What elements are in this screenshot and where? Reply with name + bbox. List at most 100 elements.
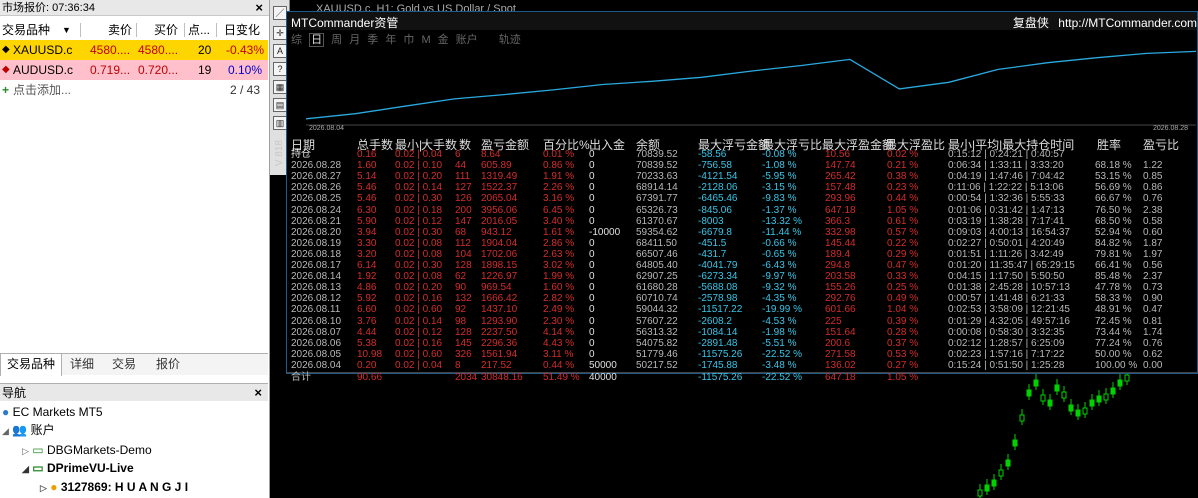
panel-icon[interactable]: ▤ <box>273 98 287 112</box>
cell-max-float-loss-pct: -5.95 % <box>762 171 797 183</box>
text-tool-icon[interactable]: A <box>273 44 287 58</box>
cell-max-float-profit: 225 <box>825 315 842 327</box>
cell-winrate: 50.00 % <box>1095 348 1132 360</box>
replay-link[interactable]: 复盘侠 <box>1013 16 1049 30</box>
cell-max-float-loss: -845.06 <box>698 204 732 216</box>
expand-icon[interactable]: ▷ <box>22 446 29 456</box>
cell-min-max-lots: 0.02 | 0.08 <box>395 248 443 260</box>
accounts-icon: 👥 <box>12 423 28 437</box>
cell-min-max-lots: 0.02 | 0.10 <box>395 160 443 172</box>
menu-year[interactable]: 年 <box>385 34 396 46</box>
cell-max-float-profit-pct: 0.61 % <box>887 215 919 227</box>
menu-magic[interactable]: M <box>421 34 430 46</box>
symbol-icon: ◆ <box>2 44 10 55</box>
expand-icon[interactable]: ▷ <box>40 483 47 493</box>
cell-balance: 61680.28 <box>636 282 678 294</box>
stats-row: 2026.08.27 5.14 0.02 | 0.20 111 1319.49 1.91 … <box>287 172 1197 183</box>
help-icon[interactable]: ? <box>273 62 287 76</box>
mtc-title-right: 复盘侠 http://MTCommander.com <box>1013 14 1197 31</box>
menu-week[interactable]: 周 <box>331 34 342 46</box>
stats-row: 2026.08.12 5.92 0.02 | 0.16 132 1666.42 2.82 … <box>287 294 1197 305</box>
tab-ticks[interactable]: 报价 <box>150 354 186 375</box>
col-change[interactable]: 日变化 <box>224 20 260 40</box>
col-symbol[interactable]: 交易品种 <box>2 20 50 40</box>
cell-pl-ratio: 0.85 <box>1143 171 1163 183</box>
cell-balance: 57607.22 <box>636 315 678 327</box>
cell-count: 147 <box>455 215 472 227</box>
broker-name: EC Markets MT5 <box>12 405 103 419</box>
col-bid[interactable]: 卖价 <box>108 20 132 40</box>
cell-total-lots: 6.60 <box>357 304 377 316</box>
tree-server-2[interactable]: ◢ ▭ DPrimeVU-Live <box>22 459 134 477</box>
cell-count: 44 <box>455 160 467 172</box>
cell-hold-time: 0:02:12 | 1:28:57 | 6:25:09 <box>948 337 1065 349</box>
close-icon[interactable]: × <box>255 0 263 16</box>
cell-winrate: 66.67 % <box>1095 193 1132 205</box>
menu-summary[interactable]: 综 <box>291 34 302 46</box>
cell-count: 127 <box>455 182 472 194</box>
close-icon[interactable]: × <box>254 384 262 402</box>
cell-date: 2026.08.21 <box>291 215 342 227</box>
cell-max-float-loss-pct: -0.08 % <box>762 149 797 160</box>
collapse-icon[interactable]: ◢ <box>22 464 29 474</box>
stats-row: 2026.08.14 1.92 0.02 | 0.08 62 1226.97 1.99 %… <box>287 271 1197 283</box>
stats-row: 2026.08.18 3.20 0.02 | 0.08 104 1702.06 2.63 … <box>287 248 1197 261</box>
menu-track[interactable]: 轨迹 <box>499 34 521 46</box>
stats-row: 2026.08.21 5.90 0.02 | 0.12 147 2016.05 3.40 … <box>287 215 1197 228</box>
cell-max-float-profit-pct: 0.22 % <box>887 237 919 249</box>
cell-min-max-lots: 0.02 | 0.30 <box>395 226 443 238</box>
cell-min-max-lots: 0.02 | 0.20 <box>395 171 443 183</box>
menu-month[interactable]: 月 <box>349 34 360 46</box>
candle-body <box>1061 391 1067 399</box>
tree-account[interactable]: ▷ ● 3127869: H U A N G J I <box>40 478 188 496</box>
cell-total-lots: 5.92 <box>357 293 377 305</box>
cell-max-float-profit-pct: 1.05 % <box>887 204 919 216</box>
cell-winrate: 77.24 % <box>1095 337 1132 349</box>
menu-symbol[interactable]: 巾 <box>403 34 414 46</box>
cell-max-float-profit: 200.6 <box>825 337 851 349</box>
cell-pl-ratio: 0.73 <box>1143 282 1163 294</box>
col-ask[interactable]: 买价 <box>154 20 178 40</box>
cell-pl-ratio: 0.60 <box>1143 226 1163 238</box>
cell-min-max-lots: 0.02 | 0.30 <box>395 260 443 271</box>
candle-body <box>1089 399 1095 407</box>
tree-broker[interactable]: ● EC Markets MT5 <box>2 403 103 421</box>
line-tool-icon[interactable]: ／ <box>273 6 287 20</box>
cell-date: 2026.08.13 <box>291 282 342 294</box>
stats-row: 2026.08.25 5.46 0.02 | 0.30 126 2065.04 3.16 … <box>287 194 1197 205</box>
tab-symbols[interactable]: 交易品种 <box>0 354 63 376</box>
cell-max-float-loss: -451.5 <box>698 237 727 249</box>
market-row-xauusd[interactable]: ◆ XAUUSD.c 4580.... 4580.... 20 -0.43% <box>0 40 268 60</box>
cell-balance: 66507.46 <box>636 248 678 260</box>
menu-money[interactable]: 金 <box>438 34 449 46</box>
crosshair-icon[interactable]: ✛ <box>273 26 287 40</box>
sort-arrow-icon[interactable]: ▼ <box>62 20 71 40</box>
menu-account[interactable]: 账户 <box>456 34 478 46</box>
col-spread[interactable]: 点... <box>188 20 210 40</box>
stats-row: 2026.08.05 10.98 0.02 | 0.60 326 1561.94 3.11… <box>287 348 1197 361</box>
candle-body <box>991 479 997 487</box>
website-link[interactable]: http://MTCommander.com <box>1058 16 1197 30</box>
cell-max-float-loss: -756.58 <box>698 160 732 172</box>
add-symbol-row[interactable]: + 点击添加... 2 / 43 <box>0 80 268 100</box>
cell-max-float-loss-pct: -5.51 % <box>762 337 797 349</box>
tab-trading[interactable]: 交易 <box>106 354 142 375</box>
menu-day[interactable]: 日 <box>309 33 325 47</box>
cell-max-float-loss-pct: -9.83 % <box>762 193 797 205</box>
cell-total-lots: 10.98 <box>357 348 383 360</box>
tree-server-1[interactable]: ▷ ▭ DBGMarkets-Demo <box>22 441 152 459</box>
grid-icon[interactable]: ▦ <box>273 80 287 94</box>
menu-quarter[interactable]: 季 <box>367 34 378 46</box>
cell-total-lots: 5.14 <box>357 171 377 183</box>
market-row-audusd[interactable]: ◆ AUDUSD.c 0.719... 0.720... 19 0.10% <box>0 60 268 80</box>
tab-details[interactable]: 详细 <box>64 354 100 375</box>
market-watch-tabs: 交易品种 详细 交易 报价 <box>0 353 268 376</box>
cell-hold-time: 0:01:29 | 4:32:05 | 49:57:16 <box>948 315 1070 327</box>
row-spread: 20 <box>198 43 212 57</box>
cell-count: 6 <box>455 149 461 160</box>
symbol-count: 2 / 43 <box>230 83 261 97</box>
stats-row: 2026.08.11 6.60 0.02 | 0.60 92 1437.10 2.49 %… <box>287 305 1197 316</box>
chart-bars-icon[interactable]: ▥ <box>273 116 287 130</box>
tree-accounts[interactable]: ◢ 👥 账户 <box>2 421 55 439</box>
collapse-icon[interactable]: ◢ <box>2 426 9 436</box>
